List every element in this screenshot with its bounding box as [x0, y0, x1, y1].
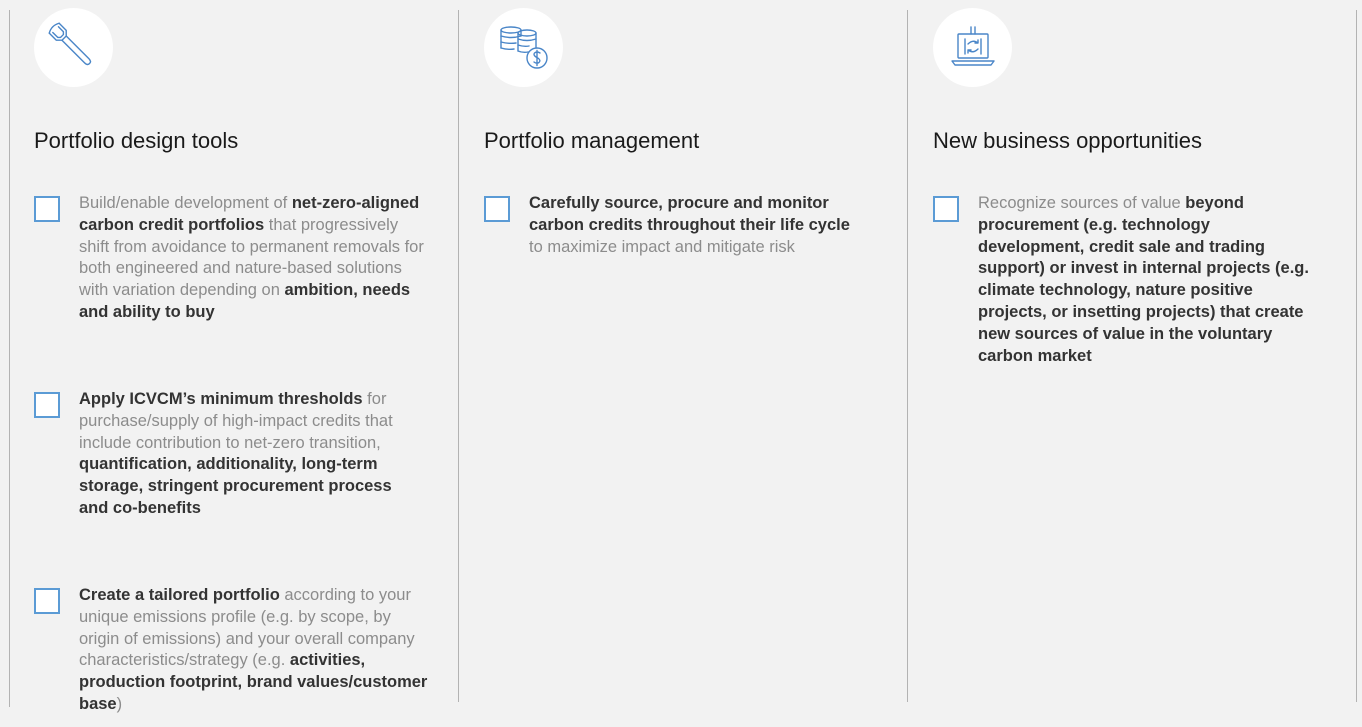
checkbox[interactable] [933, 196, 959, 222]
list-item: Recognize sources of value beyond procur… [933, 193, 1333, 393]
wrench-icon [34, 8, 113, 87]
laptop-exchange-icon [933, 8, 1012, 87]
checkbox[interactable] [34, 392, 60, 418]
column-divider-1 [458, 10, 459, 702]
list-item: Build/enable development of net-zero-ali… [34, 193, 434, 363]
list-item: Create a tailored portfolio according to… [34, 585, 434, 725]
checkbox[interactable] [34, 196, 60, 222]
checkbox[interactable] [34, 588, 60, 614]
column-divider-right [1356, 10, 1357, 702]
list-item: Apply ICVCM’s minimum thresholds for pur… [34, 389, 434, 549]
item-text: Apply ICVCM’s minimum thresholds for pur… [79, 390, 393, 517]
column-title: Portfolio design tools [34, 128, 239, 153]
item-text: Create a tailored portfolio according to… [79, 586, 428, 713]
item-text: Carefully source, procure and monitor ca… [529, 194, 850, 256]
column-divider-2 [907, 10, 908, 702]
item-text: Recognize sources of value beyond procur… [978, 194, 1309, 365]
item-text: Build/enable development of net-zero-ali… [79, 194, 424, 321]
column-title: New business opportunities [933, 128, 1203, 153]
column-divider-left [9, 10, 10, 707]
list-item: Carefully source, procure and monitor ca… [484, 193, 884, 293]
checkbox[interactable] [484, 196, 510, 222]
column-title: Portfolio management [484, 128, 700, 153]
coins-dollar-icon [484, 8, 563, 87]
